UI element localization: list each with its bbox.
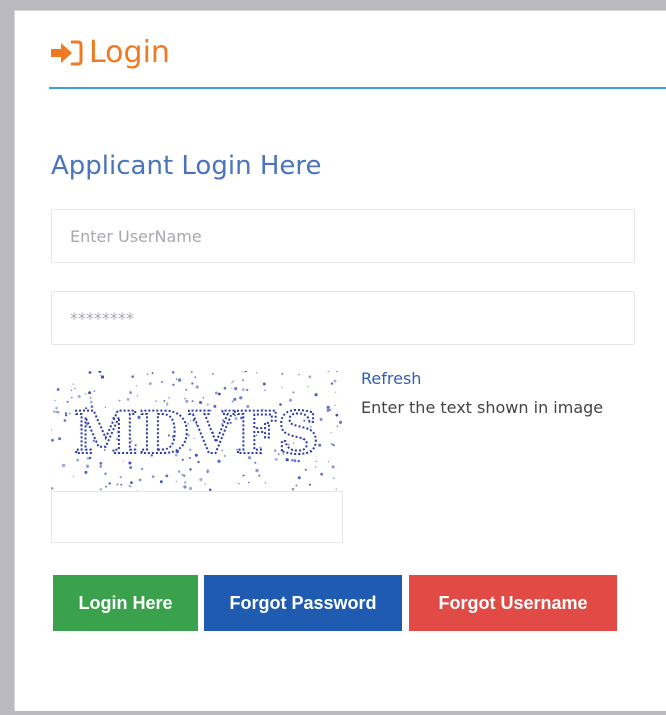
password-input[interactable]: [51, 291, 635, 345]
forgot-username-button[interactable]: Forgot Username: [409, 575, 617, 631]
captcha-hint: Enter the text shown in image: [361, 398, 604, 417]
captcha-text: MDVFS: [74, 399, 321, 467]
captcha-answer-input[interactable]: [51, 491, 343, 543]
page-title: Login: [89, 35, 170, 70]
captcha-refresh-link[interactable]: Refresh: [361, 369, 421, 388]
login-header: Login: [49, 33, 170, 73]
header-divider: [49, 87, 666, 89]
sign-in-icon: [51, 40, 83, 66]
form-subtitle: Applicant Login Here: [51, 151, 322, 181]
login-panel: Login Applicant Login Here MDVFS Refresh…: [14, 10, 666, 711]
login-button[interactable]: Login Here: [53, 575, 198, 631]
captcha-image: MDVFS: [51, 371, 343, 491]
forgot-password-button[interactable]: Forgot Password: [204, 575, 402, 631]
username-input[interactable]: [51, 209, 635, 263]
